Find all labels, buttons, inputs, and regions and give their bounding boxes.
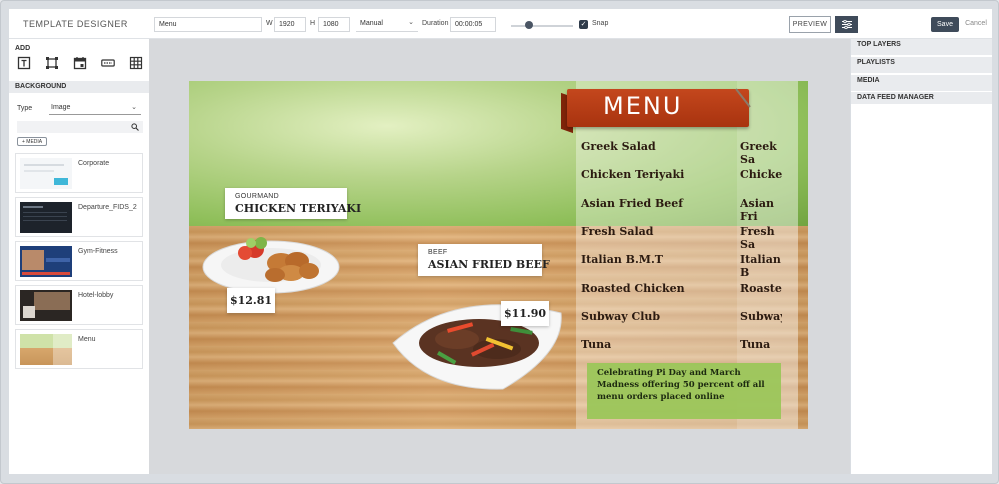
media-section[interactable]: MEDIA bbox=[851, 75, 992, 87]
media-thumbnail bbox=[20, 246, 72, 277]
dish-label-beef-title: ASIAN FRIED BEEF bbox=[428, 258, 550, 271]
menu-item-right[interactable]: Tuna bbox=[740, 338, 770, 351]
menu-item-left[interactable]: Chicken Teriyaki bbox=[581, 168, 684, 181]
price-tag-beef[interactable]: $11.90 bbox=[501, 301, 549, 326]
media-item[interactable]: Hotel-lobby bbox=[15, 285, 143, 325]
add-media-button[interactable]: + MEDIA bbox=[17, 137, 48, 146]
top-layers-section[interactable]: TOP LAYERS bbox=[851, 39, 992, 51]
template-stage[interactable]: MENU Greek Salad Chicken Teriyaki Asian … bbox=[189, 81, 808, 429]
menu-item-right[interactable]: Asian Fri bbox=[740, 197, 782, 223]
price-tag-chicken[interactable]: $12.81 bbox=[227, 288, 275, 313]
media-item-name: Gym-Fitness bbox=[78, 248, 118, 255]
menu-item-right[interactable]: Chicken bbox=[740, 168, 782, 181]
media-search-input[interactable] bbox=[17, 121, 143, 133]
media-item[interactable]: Departure_FIDS_2 bbox=[15, 197, 143, 237]
menu-item-right[interactable]: Subway bbox=[740, 310, 782, 323]
mode-select[interactable]: Manual ⌄ bbox=[356, 17, 418, 32]
text-tool-icon[interactable] bbox=[17, 56, 31, 70]
chevron-down-icon: ⌄ bbox=[131, 104, 137, 111]
ticker-tool-icon[interactable] bbox=[101, 56, 115, 70]
calendar-tool-icon[interactable] bbox=[73, 56, 87, 70]
app-title: TEMPLATE DESIGNER bbox=[23, 19, 128, 29]
right-panel: TOP LAYERS PLAYLISTS MEDIA DATA FEED MAN… bbox=[851, 39, 992, 474]
canvas-workspace[interactable]: MENU Greek Salad Chicken Teriyaki Asian … bbox=[149, 39, 850, 474]
promo-text[interactable]: Celebrating Pi Day and March Madness off… bbox=[597, 367, 777, 403]
playlists-divider bbox=[851, 69, 992, 73]
type-label: Type bbox=[17, 105, 33, 112]
add-label: ADD bbox=[15, 45, 31, 52]
template-name-input[interactable]: Menu bbox=[154, 17, 262, 32]
duration-label: Duration bbox=[422, 20, 449, 27]
menu-item-right[interactable]: Greek Sa bbox=[740, 140, 782, 166]
media-thumbnail bbox=[20, 202, 72, 233]
height-label: H bbox=[310, 20, 316, 27]
sliders-icon bbox=[841, 19, 852, 30]
playlists-section[interactable]: PLAYLISTS bbox=[851, 57, 992, 69]
menu-item-right[interactable]: Roasted bbox=[740, 282, 782, 295]
width-label: W bbox=[266, 20, 273, 27]
zoom-slider-handle[interactable] bbox=[525, 21, 533, 29]
mode-select-value: Manual bbox=[360, 20, 383, 27]
media-item-name: Menu bbox=[78, 336, 96, 343]
background-section-header[interactable]: BACKGROUND bbox=[9, 81, 149, 93]
menu-item-right[interactable]: Italian B bbox=[740, 253, 782, 279]
preview-button[interactable]: PREVIEW bbox=[789, 16, 831, 33]
background-type-select[interactable]: Image ⌄ bbox=[49, 101, 141, 115]
media-item[interactable]: Menu bbox=[15, 329, 143, 369]
height-input[interactable]: 1080 bbox=[318, 17, 350, 32]
snap-label: Snap bbox=[592, 20, 609, 27]
media-item[interactable]: Corporate bbox=[15, 153, 143, 193]
settings-button[interactable] bbox=[835, 16, 858, 33]
menu-item-left[interactable]: Asian Fried Beef bbox=[581, 197, 683, 210]
search-icon[interactable] bbox=[131, 123, 139, 131]
dish-label-chicken-title: CHICKEN TERIYAKI bbox=[235, 202, 362, 215]
media-thumbnail bbox=[20, 158, 72, 189]
grid-tool-icon[interactable] bbox=[129, 56, 143, 70]
media-thumbnail bbox=[20, 334, 72, 365]
chevron-down-icon: ⌄ bbox=[408, 19, 414, 26]
media-divider bbox=[851, 87, 992, 91]
menu-item-left[interactable]: Italian B.M.T bbox=[581, 253, 663, 266]
media-item[interactable]: Gym-Fitness bbox=[15, 241, 143, 281]
left-panel: ADD BACKGROUND Type Image ⌄ + MEDIA Corp… bbox=[9, 39, 149, 474]
app-window: TEMPLATE DESIGNER Menu W 1920 H 1080 Man… bbox=[0, 0, 999, 484]
duration-input[interactable]: 00:00:05 bbox=[450, 17, 496, 32]
menu-item-left[interactable]: Roasted Chicken bbox=[581, 282, 685, 295]
save-button[interactable]: Save bbox=[931, 17, 959, 32]
zoom-slider[interactable] bbox=[511, 25, 573, 27]
menu-item-left[interactable]: Subway Club bbox=[581, 310, 660, 323]
menu-item-left[interactable]: Fresh Salad bbox=[581, 225, 654, 238]
menu-item-left[interactable]: Greek Salad bbox=[581, 140, 656, 153]
snap-checkbox[interactable]: ✓ bbox=[579, 20, 588, 29]
width-input[interactable]: 1920 bbox=[274, 17, 306, 32]
shape-tool-icon[interactable] bbox=[45, 56, 59, 70]
media-item-name: Hotel-lobby bbox=[78, 292, 114, 299]
top-layers-divider bbox=[851, 51, 992, 55]
media-item-name: Departure_FIDS_2 bbox=[78, 204, 137, 211]
cancel-button[interactable]: Cancel bbox=[963, 20, 989, 27]
menu-item-left[interactable]: Tuna bbox=[581, 338, 611, 351]
media-item-name: Corporate bbox=[78, 160, 110, 167]
top-toolbar: TEMPLATE DESIGNER Menu W 1920 H 1080 Man… bbox=[9, 9, 992, 39]
data-feed-manager-section[interactable]: DATA FEED MANAGER bbox=[851, 92, 992, 104]
menu-title[interactable]: MENU bbox=[603, 92, 682, 120]
media-thumbnail bbox=[20, 290, 72, 321]
dish-label-chicken-sub: GOURMAND bbox=[235, 193, 280, 200]
dish-label-beef-sub: BEEF bbox=[428, 249, 448, 256]
menu-item-right[interactable]: Fresh Sa bbox=[740, 225, 782, 251]
background-type-value: Image bbox=[51, 104, 71, 111]
